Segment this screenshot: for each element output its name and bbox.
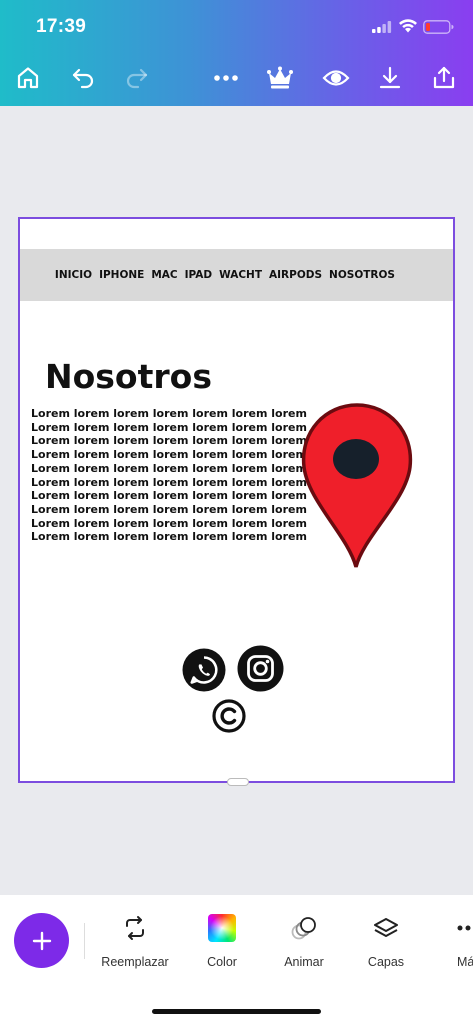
share-icon [433, 66, 455, 89]
resize-handle[interactable] [227, 778, 249, 786]
color-tool-button[interactable]: Color [182, 911, 262, 969]
home-icon [17, 67, 39, 89]
page-heading[interactable]: Nosotros [45, 357, 212, 396]
lorem-line: Lorem lorem lorem lorem lorem lorem lore… [31, 448, 307, 462]
top-bar: 17:39 [0, 0, 473, 106]
status-bar: 17:39 [0, 0, 473, 54]
wifi-icon [399, 19, 417, 33]
share-button[interactable] [428, 62, 460, 94]
nav-item-nosotros[interactable]: NOSOTROS [329, 269, 395, 281]
lorem-line: Lorem lorem lorem lorem lorem lorem lore… [31, 489, 307, 503]
instagram-icon[interactable] [237, 645, 284, 692]
animate-icon [291, 917, 316, 940]
copyright-icon[interactable] [212, 699, 246, 733]
replace-tool-label: Reemplazar [101, 955, 169, 969]
download-icon [379, 66, 401, 89]
nav-item-airpods[interactable]: AIRPODS [269, 269, 322, 281]
lorem-line: Lorem lorem lorem lorem lorem lorem lore… [31, 475, 307, 489]
plus-icon [32, 931, 51, 950]
lorem-text-block[interactable]: Lorem lorem lorem lorem lorem lorem lore… [31, 407, 307, 544]
design-canvas[interactable]: INICIO IPHONE MAC IPAD WACHT AIRPODS NOS… [18, 217, 455, 786]
nav-item-mac[interactable]: MAC [151, 269, 177, 281]
lorem-line: Lorem lorem lorem lorem lorem lorem lore… [31, 461, 307, 475]
nav-item-inicio[interactable]: INICIO [55, 269, 92, 281]
toolbar-divider [84, 923, 85, 959]
lorem-line: Lorem lorem lorem lorem lorem lorem lore… [31, 407, 307, 420]
layers-icon [374, 918, 398, 937]
home-button[interactable] [12, 62, 44, 94]
more-icon [457, 925, 471, 931]
redo-icon [126, 68, 148, 89]
home-indicator[interactable] [152, 1009, 321, 1014]
undo-icon [72, 68, 94, 89]
redo-button[interactable] [121, 62, 153, 94]
editor-toolbar [0, 58, 473, 98]
premium-button[interactable] [264, 62, 296, 94]
animate-tool-button[interactable]: Animar [264, 911, 344, 969]
color-tool-label: Color [207, 955, 237, 969]
bottom-toolbar: Reemplazar Color Animar Capas Má [0, 895, 473, 1024]
add-element-button[interactable] [14, 913, 69, 968]
lorem-line: Lorem lorem lorem lorem lorem lorem lore… [31, 420, 307, 434]
preview-button[interactable] [320, 62, 352, 94]
location-pin-icon[interactable] [300, 401, 414, 571]
whatsapp-icon[interactable] [182, 648, 226, 692]
cellular-signal-icon [372, 21, 392, 33]
lorem-line: Lorem lorem lorem lorem lorem lorem lore… [31, 434, 307, 448]
more-icon [214, 75, 238, 81]
nav-item-iphone[interactable]: IPHONE [99, 269, 144, 281]
layers-tool-label: Capas [367, 955, 405, 969]
lorem-line: Lorem lorem lorem lorem lorem lorem lore… [31, 516, 307, 530]
nav-strip[interactable]: INICIO IPHONE MAC IPAD WACHT AIRPODS NOS… [20, 249, 453, 301]
replace-tool-button[interactable]: Reemplazar [95, 911, 175, 969]
color-icon [208, 914, 236, 942]
more-tool-button[interactable]: Má [428, 911, 473, 969]
nav-item-wacht[interactable]: WACHT [219, 269, 262, 281]
animate-tool-label: Animar [284, 955, 324, 969]
layers-tool-button[interactable]: Capas [346, 911, 426, 969]
undo-button[interactable] [67, 62, 99, 94]
battery-icon [423, 20, 454, 34]
lorem-line: Lorem lorem lorem lorem lorem lorem lore… [31, 502, 307, 516]
replace-icon [126, 916, 144, 940]
download-button[interactable] [374, 62, 406, 94]
crown-icon [267, 66, 293, 89]
lorem-line: Lorem lorem lorem lorem lorem lorem lore… [31, 530, 307, 544]
status-time: 17:39 [36, 16, 87, 37]
more-tool-label: Má [457, 955, 473, 969]
eye-icon [322, 70, 350, 86]
more-options-button[interactable] [210, 62, 242, 94]
nav-item-ipad[interactable]: IPAD [185, 269, 212, 281]
